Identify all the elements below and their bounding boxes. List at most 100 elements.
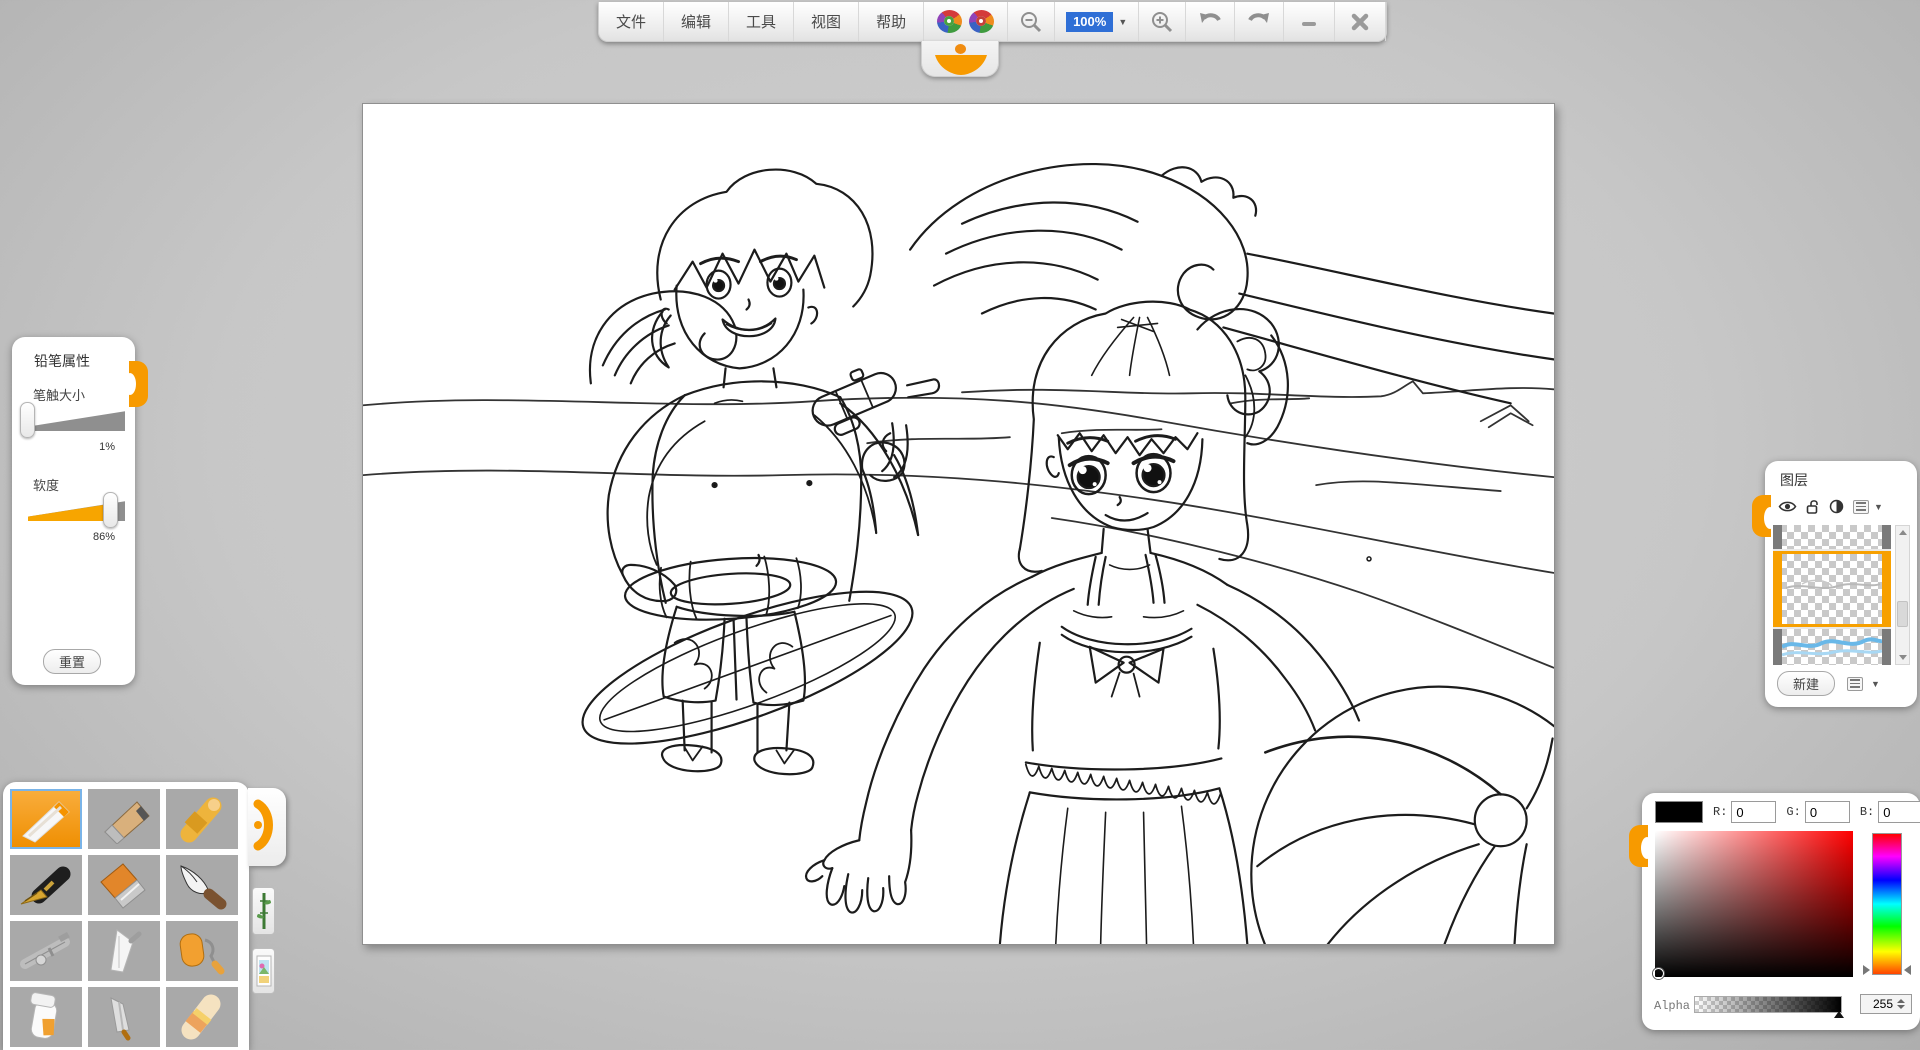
brush-cell-crayon[interactable] (166, 789, 238, 849)
color-picker-panel: R: G: B: Alpha (1642, 793, 1920, 1030)
layer-blend-icon[interactable] (1829, 499, 1844, 514)
green-input[interactable] (1805, 801, 1850, 823)
crayon-brush-icon (171, 794, 233, 844)
zoom-level-control[interactable]: 100% ▼ (1055, 2, 1139, 41)
layer-item-selected[interactable] (1773, 551, 1891, 627)
brush-size-value: 1% (99, 441, 115, 453)
drawing-canvas[interactable] (362, 103, 1555, 945)
clown-right-eye-icon (969, 10, 994, 33)
bamboo-tool-button[interactable] (252, 887, 275, 935)
clown-left-eye-icon (937, 10, 962, 33)
menu-view[interactable]: 视图 (794, 2, 859, 41)
softness-value: 86% (93, 531, 115, 543)
menu-help[interactable]: 帮助 (859, 2, 924, 41)
alpha-value-input[interactable] (1861, 997, 1895, 1011)
layer-item-top[interactable] (1773, 525, 1891, 549)
panel-handle-icon[interactable] (1752, 495, 1771, 537)
spin-down-icon[interactable] (1897, 1005, 1905, 1009)
clown-nose-icon (955, 44, 966, 54)
panel-handle-icon[interactable] (129, 361, 148, 407)
paint-roller-icon (171, 926, 233, 976)
brush-size-track[interactable] (28, 409, 125, 431)
main-toolbar: 文件 编辑 工具 视图 帮助 100% ▼ (598, 2, 1387, 42)
blue-input[interactable] (1878, 801, 1920, 823)
saturation-value-picker[interactable] (1655, 831, 1853, 977)
new-layer-button[interactable]: 新建 (1777, 671, 1835, 696)
layer-scrollbar[interactable] (1895, 525, 1910, 665)
brush-cell-ink-brush[interactable] (166, 855, 238, 915)
scrollbar-thumb[interactable] (1897, 601, 1908, 627)
alpha-label: Alpha (1654, 999, 1690, 1013)
brush-palette-panel (3, 782, 249, 1050)
zoom-in-button[interactable] (1139, 2, 1186, 41)
brush-cell-paint-roller[interactable] (166, 921, 238, 981)
scroll-up-icon[interactable] (1899, 530, 1907, 535)
zoom-level-value[interactable]: 100% (1066, 12, 1113, 32)
softness-label: 软度 (33, 475, 59, 494)
red-label: R: (1713, 805, 1727, 819)
hue-marker-right-icon[interactable] (1904, 965, 1911, 975)
layer-menu-icon[interactable] (1853, 500, 1869, 514)
close-icon (1350, 12, 1370, 32)
layer-visibility-eye-icon[interactable] (1778, 500, 1797, 513)
zoom-dropdown-caret-icon[interactable]: ▼ (1118, 17, 1127, 27)
softness-handle[interactable] (103, 492, 118, 528)
menu-edit[interactable]: 编辑 (664, 2, 729, 41)
pencil-properties-panel: 铅笔属性 笔触大小 1% 软度 86% 重置 (12, 337, 135, 685)
brush-cell-airbrush[interactable] (10, 921, 82, 981)
clown-smile-icon (933, 54, 989, 76)
brush-cell-paint-tube[interactable] (10, 987, 82, 1047)
layers-panel: 图层 ▼ (1765, 461, 1917, 707)
undo-button[interactable] (1186, 2, 1235, 41)
canvas-artwork (363, 104, 1554, 944)
paint-tube-icon (15, 992, 77, 1042)
layer-lineart-preview (1782, 554, 1882, 624)
alpha-slider[interactable] (1694, 996, 1842, 1013)
minimize-button[interactable] (1284, 2, 1335, 41)
spin-up-icon[interactable] (1897, 999, 1905, 1003)
layers-panel-title: 图层 (1780, 470, 1808, 490)
reset-button[interactable]: 重置 (43, 649, 101, 674)
redo-button[interactable] (1235, 2, 1284, 41)
red-input[interactable] (1731, 801, 1776, 823)
undo-icon (1197, 10, 1223, 34)
hue-marker-left-icon[interactable] (1863, 965, 1870, 975)
airbrush-icon (15, 926, 77, 976)
list-icon (1847, 677, 1863, 691)
texture-tool-button[interactable] (252, 948, 275, 994)
brush-cell-palette-knife[interactable] (88, 921, 160, 981)
flat-brush-icon (93, 860, 155, 910)
brush-cell-wood-pencil[interactable] (88, 789, 160, 849)
current-color-swatch[interactable] (1655, 801, 1703, 823)
layer-menu-caret-icon[interactable]: ▼ (1874, 502, 1883, 512)
brush-grid (10, 789, 242, 1047)
layer-item-bottom[interactable] (1773, 629, 1891, 665)
wood-pencil-brush-icon (93, 794, 155, 844)
redo-icon (1246, 10, 1272, 34)
zoom-out-button[interactable] (1008, 2, 1055, 41)
softness-slider[interactable] (20, 495, 127, 525)
layer-list-menu-button[interactable]: ▼ (1847, 677, 1880, 691)
brush-panel-handle[interactable] (248, 788, 286, 866)
minimize-icon (1299, 12, 1319, 32)
brush-cell-flat-brush[interactable] (88, 855, 160, 915)
close-button[interactable] (1335, 2, 1386, 41)
brush-cell-pencil[interactable] (10, 789, 82, 849)
brush-size-handle[interactable] (20, 402, 35, 438)
brush-cell-eraser[interactable] (166, 987, 238, 1047)
hue-slider[interactable] (1872, 833, 1902, 975)
brush-cell-fountain-pen[interactable] (10, 855, 82, 915)
scroll-down-icon[interactable] (1899, 655, 1907, 660)
menu-tools[interactable]: 工具 (729, 2, 794, 41)
panel-handle-icon[interactable] (1629, 825, 1648, 867)
menu-file[interactable]: 文件 (599, 2, 664, 41)
brush-cell-knife[interactable] (88, 987, 160, 1047)
clown-mouth-tab[interactable] (921, 41, 999, 77)
alpha-marker-icon[interactable] (1834, 1011, 1844, 1018)
layer-lock-icon[interactable] (1806, 499, 1820, 514)
brush-size-slider[interactable] (20, 405, 127, 435)
palette-knife-icon (93, 926, 155, 976)
green-label: G: (1786, 805, 1800, 819)
color-cursor[interactable] (1653, 968, 1664, 979)
alpha-spinner[interactable] (1860, 994, 1912, 1014)
